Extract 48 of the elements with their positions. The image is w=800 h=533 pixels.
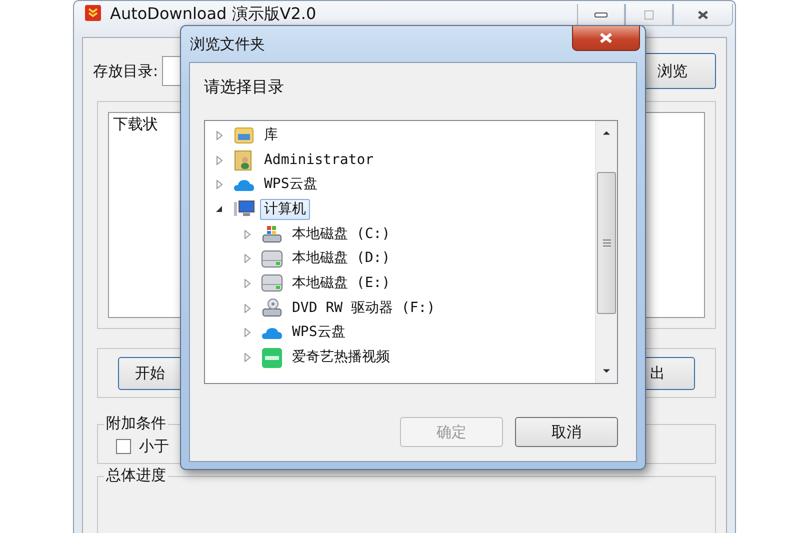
expand-icon[interactable] bbox=[215, 130, 224, 140]
checkbox[interactable] bbox=[116, 439, 131, 454]
tree-item[interactable]: Administrator bbox=[260, 150, 378, 171]
tree-item[interactable]: 库 bbox=[260, 124, 282, 146]
app-icon bbox=[84, 4, 102, 22]
hard-drive-icon bbox=[261, 272, 283, 294]
expand-icon[interactable] bbox=[243, 328, 252, 338]
expand-icon[interactable] bbox=[243, 230, 252, 239]
expand-icon[interactable] bbox=[243, 353, 252, 362]
tree-item[interactable]: 计算机 bbox=[260, 198, 310, 220]
collapse-icon[interactable] bbox=[215, 204, 224, 214]
tree-item[interactable]: 爱奇艺热播视频 bbox=[288, 347, 394, 368]
minimize-icon bbox=[594, 10, 608, 20]
close-button[interactable] bbox=[572, 26, 640, 51]
expand-icon[interactable] bbox=[243, 304, 252, 313]
close-icon bbox=[599, 32, 613, 44]
tree-item[interactable]: DVD RW 驱动器 (F:) bbox=[288, 298, 440, 319]
save-directory-label: 存放目录: bbox=[93, 62, 158, 80]
group-label: 附加条件 bbox=[104, 414, 168, 433]
scroll-down-icon[interactable] bbox=[602, 368, 611, 374]
scrollbar[interactable] bbox=[595, 121, 617, 383]
tree-item[interactable]: 本地磁盘 (D:) bbox=[288, 248, 394, 270]
tree-item[interactable]: 本地磁盘 (C:) bbox=[288, 224, 394, 245]
expand-icon[interactable] bbox=[243, 254, 252, 264]
system-drive-icon bbox=[261, 223, 283, 246]
expand-icon[interactable] bbox=[215, 156, 224, 165]
grip-icon bbox=[602, 239, 610, 247]
minimize-button[interactable] bbox=[577, 4, 625, 26]
dialog-title: 浏览文件夹 bbox=[190, 34, 265, 54]
close-icon bbox=[696, 10, 710, 20]
expand-icon[interactable] bbox=[215, 180, 224, 190]
checkbox-label: 小于 bbox=[139, 437, 169, 456]
close-button[interactable] bbox=[673, 4, 733, 26]
app-icon bbox=[261, 346, 283, 369]
dvd-drive-icon bbox=[261, 297, 283, 320]
tree-item[interactable]: 本地磁盘 (E:) bbox=[288, 272, 394, 294]
status-heading: 下载状 bbox=[113, 115, 158, 133]
hard-drive-icon bbox=[261, 248, 283, 270]
maximize-icon bbox=[642, 10, 656, 20]
window-title: AutoDownload 演示版V2.0 bbox=[110, 4, 316, 23]
prompt-text: 请选择目录 bbox=[204, 77, 284, 98]
scroll-up-icon[interactable] bbox=[602, 130, 611, 136]
expand-icon[interactable] bbox=[243, 278, 252, 288]
scroll-thumb[interactable] bbox=[597, 172, 616, 314]
tree-item[interactable]: WPS云盘 bbox=[288, 322, 350, 344]
group-label: 总体进度 bbox=[104, 466, 168, 485]
dialog-button[interactable]: 取消 bbox=[515, 417, 618, 447]
tree-item[interactable]: WPS云盘 bbox=[260, 174, 322, 196]
